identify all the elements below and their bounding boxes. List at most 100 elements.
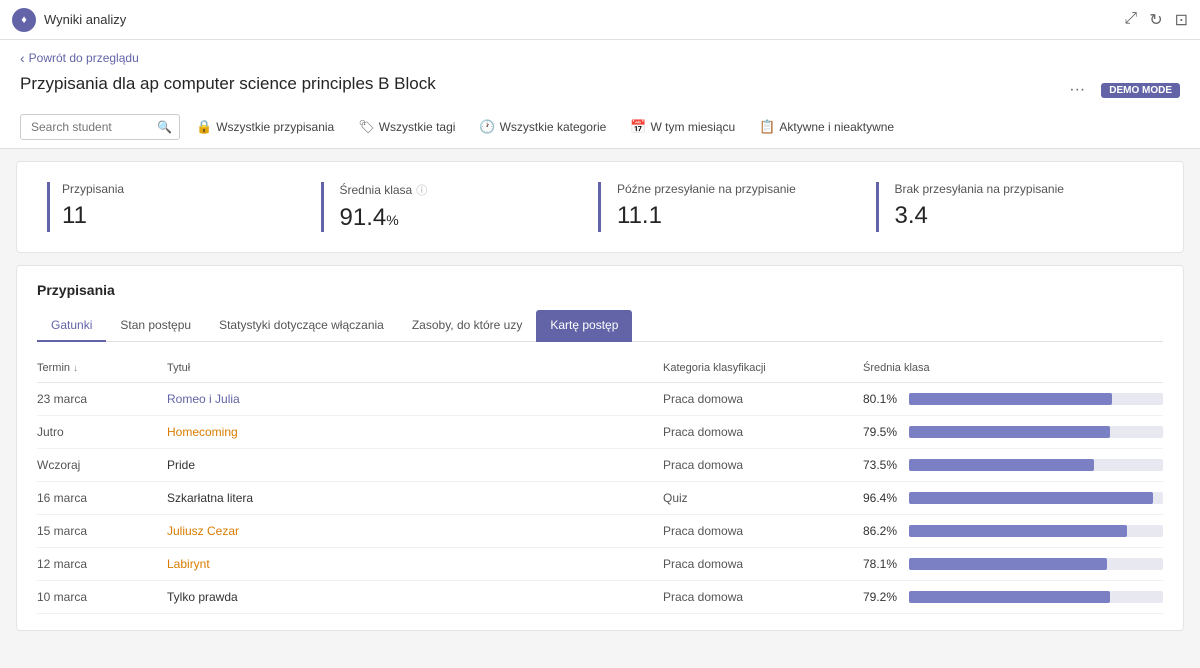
header-section: ‹ Powrót do przeglądu Przypisania dla ap… [0, 40, 1200, 149]
progress-track [909, 492, 1163, 504]
cell-avg-grade: 96.4% [863, 491, 1163, 505]
stat-assignments-label: Przypisania [62, 182, 124, 196]
stat-late-label: Późne przesyłanie na przypisanie [617, 182, 796, 196]
stat-avg-grade: Średnia klasa ⓘ 91.4% [321, 182, 559, 232]
active-inactive-filter[interactable]: 📋 Aktywne i nieaktywne [751, 115, 902, 139]
assignment-filter-icon: 🔒 [196, 119, 212, 135]
progress-fill [909, 558, 1107, 570]
progress-fill [909, 426, 1110, 438]
cell-date: 12 marca [37, 557, 167, 571]
tags-filter-icon: 🏷 [358, 119, 375, 135]
tab-2[interactable]: Statystyki dotyczące włączania [205, 310, 398, 342]
all-assignments-filter[interactable]: 🔒 Wszystkie przypisania [188, 115, 342, 139]
search-icon: 🔍 [157, 120, 172, 134]
cell-category: Praca domowa [663, 557, 863, 571]
table-row: JutroHomecomingPraca domowa79.5% [37, 416, 1163, 449]
table-row: 15 marcaJuliusz CezarPraca domowa86.2% [37, 515, 1163, 548]
cell-date: Wczoraj [37, 458, 167, 472]
back-label: Powrót do przeglądu [29, 51, 139, 65]
progress-fill [909, 492, 1153, 504]
cell-title: Pride [167, 458, 663, 472]
cell-avg-grade: 79.2% [863, 590, 1163, 604]
minimize-icon[interactable]: ⤢ [1124, 10, 1137, 30]
cell-title[interactable]: Juliusz Cezar [167, 524, 663, 538]
calendar-filter-icon: 📅 [630, 119, 646, 135]
stat-late-value: 11.1 [617, 202, 836, 230]
table-row: 16 marcaSzkarłatna literaQuiz96.4% [37, 482, 1163, 515]
table-header-2: Kategoria klasyfikacji [663, 362, 863, 374]
title-bar-left: ♦ Wyniki analizy [12, 8, 126, 32]
stat-missing-submissions: Brak przesyłania na przypisanie 3.4 [876, 182, 1114, 232]
grade-value: 80.1% [863, 392, 901, 406]
cell-title[interactable]: Romeo i Julia [167, 392, 663, 406]
cell-avg-grade: 86.2% [863, 524, 1163, 538]
filter-row: 🔍 🔒 Wszystkie przypisania 🏷 Wszystkie ta… [20, 106, 1180, 148]
cell-date: 10 marca [37, 590, 167, 604]
progress-track [909, 459, 1163, 471]
more-options-icon[interactable]: ··· [1069, 81, 1085, 99]
cell-category: Praca domowa [663, 392, 863, 406]
external-icon[interactable]: ⊡ [1175, 10, 1188, 30]
progress-track [909, 558, 1163, 570]
progress-track [909, 525, 1163, 537]
cell-title[interactable]: Labirynt [167, 557, 663, 571]
refresh-icon[interactable]: ↻ [1149, 10, 1162, 30]
search-input[interactable] [20, 114, 180, 140]
tab-3[interactable]: Zasoby, do które uzy [398, 310, 537, 342]
grade-value: 86.2% [863, 524, 901, 538]
tabs: GatunkiStan postępuStatystyki dotyczące … [37, 310, 1163, 342]
grade-value: 78.1% [863, 557, 901, 571]
cell-category: Praca domowa [663, 524, 863, 538]
table-row: WczorajPridePraca domowa73.5% [37, 449, 1163, 482]
stat-avg-grade-value: 91.4% [340, 204, 559, 232]
cell-category: Praca domowa [663, 425, 863, 439]
table-body: 23 marcaRomeo i JuliaPraca domowa80.1%Ju… [37, 383, 1163, 614]
cell-avg-grade: 73.5% [863, 458, 1163, 472]
grade-value: 96.4% [863, 491, 901, 505]
title-bar: ♦ Wyniki analizy ⤢ ↻ ⊡ [0, 0, 1200, 40]
progress-fill [909, 525, 1127, 537]
assignments-section-title: Przypisania [37, 282, 1163, 298]
all-categories-filter[interactable]: 🕐 Wszystkie kategorie [471, 115, 614, 139]
app-title: Wyniki analizy [44, 12, 126, 27]
table-row: 10 marcaTylko prawdaPraca domowa79.2% [37, 581, 1163, 614]
header-actions: ··· DEMO MODE [1069, 81, 1180, 99]
stat-assignments-value: 11 [62, 202, 281, 230]
chevron-left-icon: ‹ [20, 50, 25, 66]
progress-fill [909, 393, 1112, 405]
this-month-filter[interactable]: 📅 W tym miesiącu [622, 115, 743, 139]
grade-value: 79.5% [863, 425, 901, 439]
demo-badge: DEMO MODE [1101, 83, 1180, 98]
cell-category: Quiz [663, 491, 863, 505]
assignments-section: Przypisania GatunkiStan postępuStatystyk… [16, 265, 1184, 631]
stat-assignments: Przypisania 11 [47, 182, 281, 232]
table-row: 12 marcaLabiryntPraca domowa78.1% [37, 548, 1163, 581]
back-link[interactable]: ‹ Powrót do przeglądu [20, 50, 1180, 66]
cell-date: Jutro [37, 425, 167, 439]
tab-4[interactable]: Kartę postęp [536, 310, 632, 342]
cell-title: Tylko prawda [167, 590, 663, 604]
categories-filter-icon: 🕐 [479, 119, 495, 135]
active-filter-icon: 📋 [759, 119, 775, 135]
table-header-0[interactable]: Termin ↓ [37, 362, 167, 374]
tab-1[interactable]: Stan postępu [106, 310, 205, 342]
all-tags-filter[interactable]: 🏷 Wszystkie tagi [350, 115, 463, 139]
progress-fill [909, 591, 1110, 603]
cell-avg-grade: 80.1% [863, 392, 1163, 406]
stat-late-submissions: Późne przesyłanie na przypisanie 11.1 [598, 182, 836, 232]
info-icon[interactable]: ⓘ [416, 182, 427, 198]
cell-category: Praca domowa [663, 458, 863, 472]
cell-title[interactable]: Homecoming [167, 425, 663, 439]
progress-fill [909, 459, 1094, 471]
search-input-wrap: 🔍 [20, 114, 180, 140]
tab-0[interactable]: Gatunki [37, 310, 106, 342]
table-header-1: Tytuł [167, 362, 663, 374]
table-row: 23 marcaRomeo i JuliaPraca domowa80.1% [37, 383, 1163, 416]
stat-avg-grade-label: Średnia klasa [340, 183, 413, 197]
table-header: Termin ↓TytułKategoria klasyfikacjiŚredn… [37, 358, 1163, 383]
stat-missing-value: 3.4 [895, 202, 1114, 230]
cell-title: Szkarłatna litera [167, 491, 663, 505]
sort-icon[interactable]: ↓ [73, 363, 78, 374]
cell-date: 15 marca [37, 524, 167, 538]
progress-track [909, 393, 1163, 405]
